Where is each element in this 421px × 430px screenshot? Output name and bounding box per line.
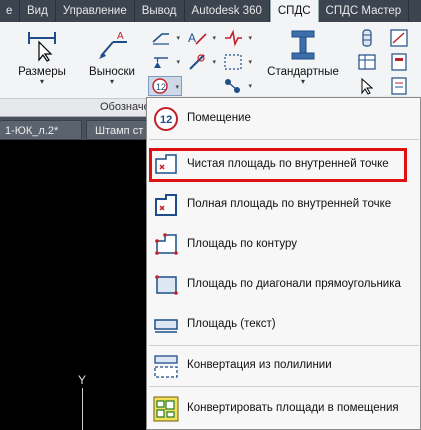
chevron-down-icon: ▾ [175, 84, 179, 91]
svg-text:12: 12 [156, 82, 166, 92]
frame-tool[interactable] [388, 28, 410, 48]
menu-item-label: Полная площадь по внутренней точке [187, 198, 392, 210]
table-tool[interactable] [356, 52, 378, 72]
frame-icon [390, 29, 408, 47]
chevron-down-icon: ▾ [248, 35, 252, 42]
text-leader-tool[interactable]: A ▾ [186, 28, 216, 48]
tab-spds-master[interactable]: СПДС Мастер [319, 0, 410, 22]
tab-partial[interactable]: е [0, 0, 20, 22]
pointer-icon [361, 77, 374, 95]
chevron-down-icon: ▾ [212, 59, 216, 66]
format-icon [391, 53, 407, 71]
ucs-y-axis [82, 388, 83, 430]
menu-item-area-diagonal[interactable]: Площадь по диагонали прямоугольника [147, 267, 420, 303]
svg-text:A: A [117, 31, 124, 42]
callouts-button[interactable]: A Выноски ▾ [82, 28, 142, 86]
report-icon [391, 77, 407, 95]
room-icon: 12 [152, 78, 168, 94]
pointer-tool[interactable] [356, 76, 378, 96]
format-tool[interactable] [388, 52, 410, 72]
svg-text:12: 12 [160, 114, 172, 126]
tab-manage[interactable]: Управление [56, 0, 135, 22]
spring-icon [362, 29, 372, 47]
chevron-down-icon: ▾ [248, 59, 252, 66]
menu-item-room[interactable]: 12 Помещение [147, 101, 420, 137]
nodes-tool[interactable]: ▾ [222, 76, 252, 96]
tab-spds[interactable]: СПДС [269, 0, 319, 22]
i-beam-icon [286, 28, 320, 62]
area-text-icon [152, 311, 180, 339]
report-tool[interactable] [388, 76, 410, 96]
text-leader-icon: A [188, 31, 207, 45]
menu-item-convert-polyline[interactable]: Конвертация из полилинии [147, 348, 420, 384]
convert-polyline-icon [152, 352, 180, 380]
tab-view[interactable]: Вид [20, 0, 56, 22]
menu-separator [149, 345, 419, 346]
menu-item-area-text[interactable]: Площадь (текст) [147, 307, 420, 343]
menu-separator [149, 386, 419, 387]
chevron-down-icon: ▾ [212, 35, 216, 42]
highlight-box [149, 148, 407, 182]
menu-item-label: Площадь по диагонали прямоугольника [187, 278, 401, 290]
hatch-tool[interactable]: ▾ [222, 52, 252, 72]
ucs-y-label: Y [78, 373, 87, 387]
full-area-point-icon [152, 191, 180, 219]
chevron-down-icon: ▾ [176, 35, 180, 42]
hatch-icon [224, 54, 242, 70]
area-contour-icon [152, 231, 180, 259]
menu-item-label: Конвертация из полилинии [187, 359, 332, 371]
room-icon: 12 [152, 105, 180, 133]
dimensions-button[interactable]: Размеры ▾ [12, 28, 72, 86]
leader-arrow-icon [152, 33, 169, 45]
menu-item-label: Площадь по контуру [187, 238, 298, 250]
menu-item-label: Помещение [187, 112, 251, 124]
spring-tool[interactable] [356, 28, 378, 48]
menu-item-label: Конвертировать площади в помещения [187, 402, 399, 414]
menu-separator [149, 139, 419, 140]
chevron-down-icon: ▾ [300, 77, 305, 86]
nodes-icon [225, 79, 240, 93]
convert-areas-icon [152, 395, 180, 423]
chevron-down-icon: ▾ [109, 77, 114, 86]
axis-icon [189, 54, 205, 70]
chevron-down-icon: ▾ [39, 77, 44, 86]
standard-elements-button[interactable]: Стандартные ▾ [266, 28, 340, 86]
break-line-icon [225, 29, 242, 47]
axis-tool[interactable]: ▾ [186, 52, 216, 72]
doc-tab-current[interactable]: 1-ЮК_л.2* [0, 120, 82, 140]
tab-autodesk360[interactable]: Autodesk 360 [185, 0, 270, 22]
ribbon-tab-bar: е Вид Управление Вывод Autodesk 360 СПДС… [0, 0, 421, 22]
elevation-mark-tool[interactable]: ▾ [150, 52, 180, 72]
table-icon [358, 54, 376, 70]
svg-text:A: A [188, 31, 196, 45]
chevron-down-icon: ▾ [248, 83, 252, 90]
elevation-mark-icon [154, 57, 168, 68]
chevron-down-icon: ▾ [176, 59, 180, 66]
leader-arrow-tool[interactable]: ▾ [150, 28, 180, 48]
callout-icon: A [95, 28, 129, 62]
area-diagonal-icon [152, 271, 180, 299]
menu-item-area-contour[interactable]: Площадь по контуру [147, 227, 420, 263]
tab-output[interactable]: Вывод [135, 0, 185, 22]
menu-item-full-area[interactable]: Полная площадь по внутренней точке [147, 187, 420, 223]
menu-item-label: Площадь (текст) [187, 318, 276, 330]
room-tool-button[interactable]: 12 ▾ [148, 76, 182, 96]
room-dropdown-menu: 12 Помещение Чистая площадь по внутренне… [146, 97, 421, 430]
dimension-icon [25, 28, 59, 62]
menu-item-convert-areas[interactable]: Конвертировать площади в помещения [147, 391, 420, 427]
break-line-tool[interactable]: ▾ [222, 28, 252, 48]
